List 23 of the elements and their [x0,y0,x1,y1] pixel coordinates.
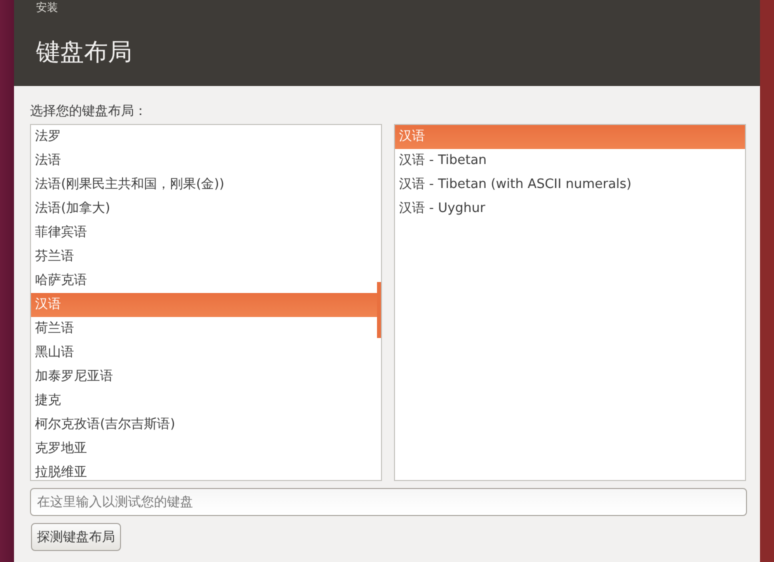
window-title: 安装 [36,1,58,14]
list-item[interactable]: 汉语 - Tibetan [395,149,745,173]
list-item[interactable]: 荷兰语 [31,317,381,341]
list-item[interactable]: 柯尔克孜语(吉尔吉斯语) [31,413,381,437]
list-item[interactable]: 芬兰语 [31,245,381,269]
list-item[interactable]: 拉脱维亚 [31,461,381,480]
list-item[interactable]: 捷克 [31,389,381,413]
list-item[interactable]: 法语(加拿大) [31,197,381,221]
list-item[interactable]: 黑山语 [31,341,381,365]
detect-layout-button[interactable]: 探测键盘布局 [31,523,121,551]
list-item[interactable]: 菲律宾语 [31,221,381,245]
test-input-field[interactable]: 在这里输入以测试您的键盘 [30,488,747,516]
list-item[interactable]: 哈萨克语 [31,269,381,293]
page-title: 键盘布局 [36,37,132,68]
list-item[interactable]: 法罗 [31,125,381,149]
list-item[interactable]: 汉语 - Uyghur [395,197,745,221]
list-item[interactable]: 法语(刚果民主共和国，刚果(金)) [31,173,381,197]
prompt-label: 选择您的键盘布局： [30,103,147,120]
list-item[interactable]: 汉语 - Tibetan (with ASCII numerals) [395,173,745,197]
list-item[interactable]: 克罗地亚 [31,437,381,461]
list-item[interactable]: 加泰罗尼亚语 [31,365,381,389]
scrollbar-thumb[interactable] [377,282,381,338]
list-item[interactable]: 法语 [31,149,381,173]
